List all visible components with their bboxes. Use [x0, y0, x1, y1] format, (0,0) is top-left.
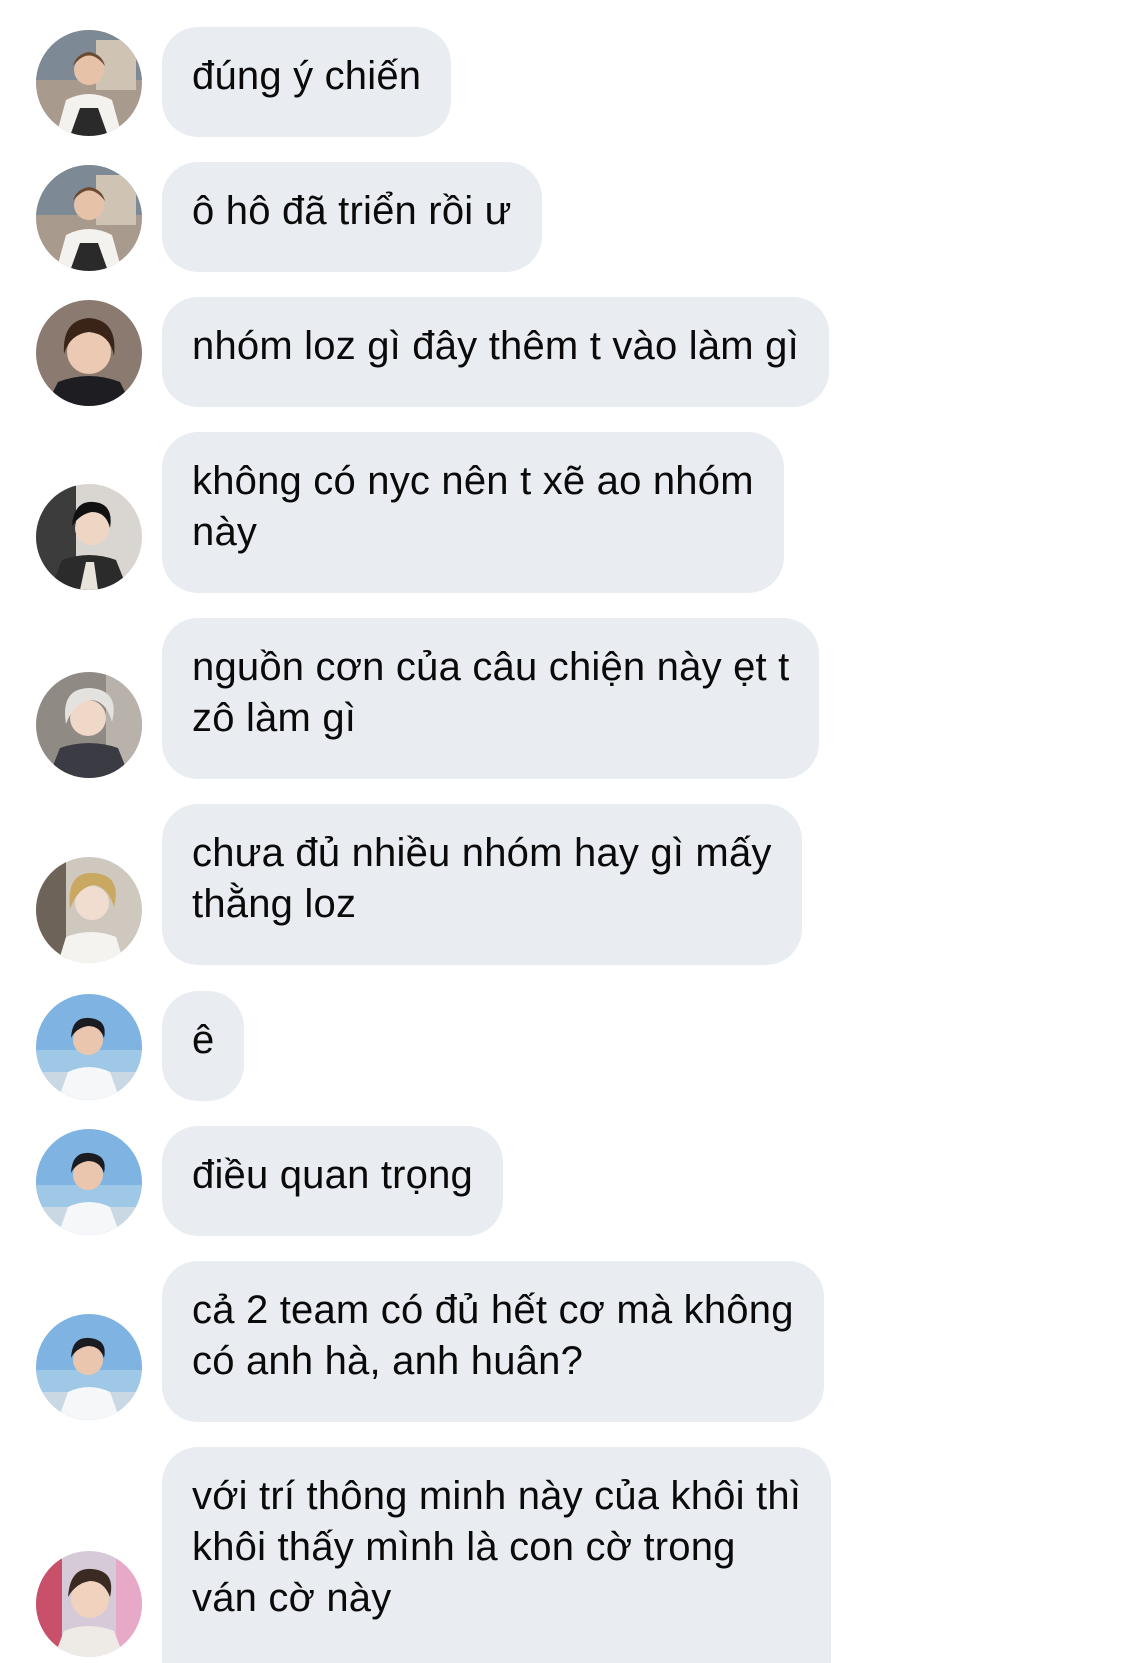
- message-row: nhóm loz gì đây thêm t vào làm gì: [0, 297, 1125, 407]
- avatar-person-5-icon[interactable]: [36, 857, 142, 963]
- message-row: nguồn cơn của câu chiện này ẹt t zô làm …: [0, 618, 1125, 779]
- message-row: điều quan trọng: [0, 1126, 1125, 1236]
- message-thread: đúng ý chiến ô hô đã triển rồi ư nhóm lo…: [0, 0, 1125, 1663]
- avatar-person-6-icon[interactable]: [36, 1314, 142, 1420]
- message-row: đúng ý chiến: [0, 27, 1125, 137]
- avatar-person-6-icon[interactable]: [36, 994, 142, 1100]
- message-bubble[interactable]: điều quan trọng: [162, 1126, 504, 1236]
- message-row: không có nyc nên t xẽ ao nhóm này: [0, 432, 1125, 593]
- avatar-person-7-icon[interactable]: [36, 1551, 142, 1657]
- avatar-person-3-icon[interactable]: [36, 484, 142, 590]
- message-bubble[interactable]: nguồn cơn của câu chiện này ẹt t zô làm …: [162, 618, 820, 779]
- message-bubble[interactable]: với trí thông minh này của khôi thì khôi…: [162, 1447, 832, 1663]
- message-bubble[interactable]: cả 2 team có đủ hết cơ mà không có anh h…: [162, 1261, 824, 1422]
- avatar-person-1-icon[interactable]: [36, 165, 142, 271]
- avatar-person-4-icon[interactable]: [36, 672, 142, 778]
- message-bubble[interactable]: đúng ý chiến: [162, 27, 452, 137]
- message-row: chưa đủ nhiều nhóm hay gì mấy thằng loz: [0, 804, 1125, 965]
- message-row: cả 2 team có đủ hết cơ mà không có anh h…: [0, 1261, 1125, 1422]
- message-bubble[interactable]: ô hô đã triển rồi ư: [162, 162, 542, 272]
- message-row: ê: [0, 991, 1125, 1101]
- message-bubble[interactable]: chưa đủ nhiều nhóm hay gì mấy thằng loz: [162, 804, 802, 965]
- message-bubble[interactable]: nhóm loz gì đây thêm t vào làm gì: [162, 297, 829, 407]
- avatar-person-6-icon[interactable]: [36, 1129, 142, 1235]
- message-row: ô hô đã triển rồi ư: [0, 162, 1125, 272]
- message-bubble[interactable]: không có nyc nên t xẽ ao nhóm này: [162, 432, 784, 593]
- message-row: với trí thông minh này của khôi thì khôi…: [0, 1447, 1125, 1663]
- avatar-person-2-icon[interactable]: [36, 300, 142, 406]
- avatar-person-1-icon[interactable]: [36, 30, 142, 136]
- message-bubble[interactable]: ê: [162, 991, 245, 1101]
